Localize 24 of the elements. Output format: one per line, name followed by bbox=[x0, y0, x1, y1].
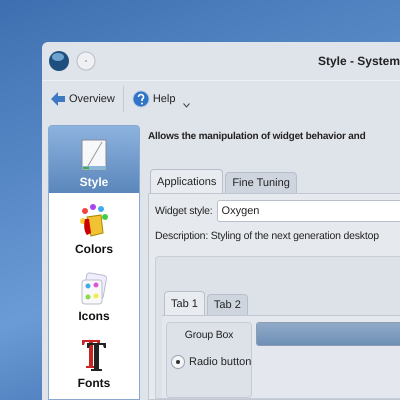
description-text: Description: Styling of the next generation desktop bbox=[155, 230, 380, 242]
sidebar-item[interactable]: Icons bbox=[49, 260, 139, 327]
help-button[interactable]: Help bbox=[128, 88, 180, 110]
description-heading: Allows the manipulation of widget behavior and bbox=[148, 130, 366, 144]
dropdown-caret-icon[interactable] bbox=[183, 102, 190, 108]
sidebar-item[interactable]: Fonts bbox=[49, 327, 139, 394]
app-orb-icon[interactable] bbox=[48, 50, 70, 72]
widget-style-dropdown[interactable]: Oxygen bbox=[216, 200, 400, 222]
window-icon bbox=[80, 138, 108, 172]
tab[interactable]: Fine Tuning bbox=[225, 172, 297, 193]
field-label: Widget style: bbox=[155, 205, 213, 217]
back-arrow-icon bbox=[50, 91, 66, 107]
radio-button[interactable]: Radio button bbox=[167, 355, 252, 369]
help-icon bbox=[132, 90, 150, 108]
dice-icon bbox=[79, 272, 109, 306]
paint-bucket-icon bbox=[79, 203, 109, 239]
tab[interactable]: Applications bbox=[150, 169, 224, 193]
overview-button[interactable]: Overview bbox=[46, 89, 119, 109]
sidebar-item[interactable]: Colors bbox=[49, 193, 139, 260]
tab[interactable]: Tab 1 bbox=[164, 291, 205, 315]
window-title: Style - System bbox=[318, 54, 400, 68]
tab[interactable]: Tab 2 bbox=[206, 294, 248, 315]
font-icon bbox=[80, 337, 108, 373]
group-box-title: Group Box bbox=[184, 329, 234, 341]
